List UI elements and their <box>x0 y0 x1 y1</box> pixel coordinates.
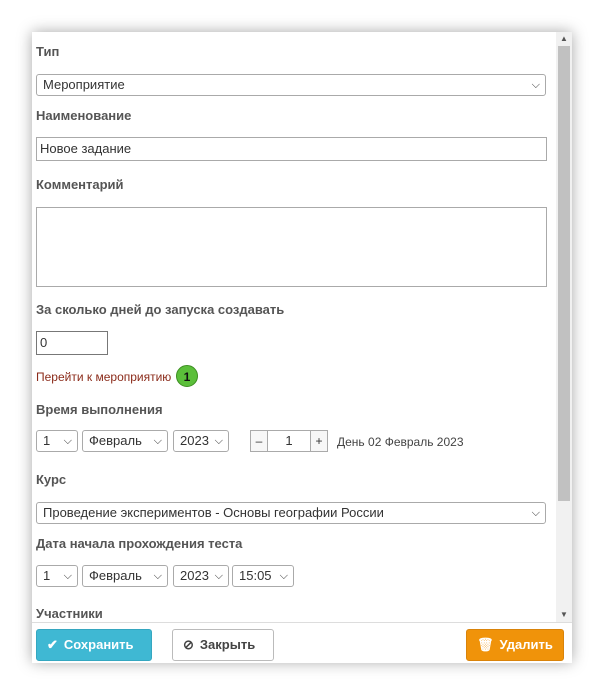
event-link[interactable]: Перейти к мероприятию <box>36 370 171 384</box>
time-day-value: 1 <box>43 433 51 448</box>
scroll-thumb[interactable] <box>558 46 570 501</box>
comment-textarea[interactable] <box>36 207 547 287</box>
test-year-select[interactable]: 2023 ⌵ <box>173 565 229 587</box>
participants-label: Участники <box>36 606 103 621</box>
test-time-select[interactable]: 15:05 ⌵ <box>232 565 294 587</box>
task-dialog: Тип Мероприятие ⌵ Наименование Новое зад… <box>32 32 572 663</box>
close-button[interactable]: ⊘ Закрыть <box>172 629 274 661</box>
save-button[interactable]: ✔ Сохранить <box>36 629 152 661</box>
chevron-down-icon: ⌵ <box>63 570 72 582</box>
time-year-value: 2023 <box>180 433 209 448</box>
test-month-value: Февраль <box>89 568 142 583</box>
close-button-label: Закрыть <box>199 637 256 652</box>
type-select[interactable]: Мероприятие ⌵ <box>36 74 546 96</box>
ban-icon: ⊘ <box>183 637 194 652</box>
scroll-down-arrow-icon[interactable]: ▼ <box>556 608 572 622</box>
delete-button-label: Удалить <box>499 637 553 652</box>
time-label: Время выполнения <box>36 402 163 417</box>
test-month-select[interactable]: Февраль ⌵ <box>82 565 168 587</box>
chevron-down-icon: ⌵ <box>214 570 223 582</box>
delete-button[interactable]: 🗑 Удалить <box>466 629 564 661</box>
scrollbar[interactable]: ▲ ▼ <box>556 32 572 622</box>
scroll-up-arrow-icon[interactable]: ▲ <box>556 32 572 46</box>
time-month-select[interactable]: Февраль ⌵ <box>82 430 168 452</box>
check-icon: ✔ <box>47 637 58 652</box>
dialog-footer: ✔ Сохранить ⊘ Закрыть 🗑 Удалить <box>32 622 572 663</box>
time-year-select[interactable]: 2023 ⌵ <box>173 430 229 452</box>
test-year-value: 2023 <box>180 568 209 583</box>
dialog-content: Тип Мероприятие ⌵ Наименование Новое зад… <box>32 32 556 622</box>
chevron-down-icon: ⌵ <box>214 435 223 447</box>
course-select-value: Проведение экспериментов - Основы геогра… <box>43 505 384 520</box>
chevron-down-icon: ⌵ <box>153 570 162 582</box>
chevron-down-icon: ⌵ <box>531 507 540 519</box>
chevron-down-icon: ⌵ <box>279 570 288 582</box>
test-start-label: Дата начала прохождения теста <box>36 536 243 551</box>
name-label: Наименование <box>36 108 132 123</box>
chevron-down-icon: ⌵ <box>63 435 72 447</box>
days-input[interactable]: 0 <box>36 331 108 355</box>
notification-badge: 1 <box>176 365 198 387</box>
test-day-value: 1 <box>43 568 51 583</box>
trash-icon: 🗑 <box>477 637 494 652</box>
stepper-value[interactable]: 1 <box>268 430 310 452</box>
test-day-select[interactable]: 1 ⌵ <box>36 565 78 587</box>
comment-label: Комментарий <box>36 177 124 192</box>
test-time-value: 15:05 <box>239 568 272 583</box>
name-input[interactable]: Новое задание <box>36 137 547 161</box>
course-select[interactable]: Проведение экспериментов - Основы геогра… <box>36 502 546 524</box>
days-label: За сколько дней до запуска создавать <box>36 302 285 317</box>
stepper-minus-button[interactable]: – <box>250 430 268 452</box>
time-day-select[interactable]: 1 ⌵ <box>36 430 78 452</box>
time-month-value: Февраль <box>89 433 142 448</box>
day-text: День 02 Февраль 2023 <box>337 435 464 449</box>
type-select-value: Мероприятие <box>43 77 125 92</box>
chevron-down-icon: ⌵ <box>531 79 540 91</box>
chevron-down-icon: ⌵ <box>153 435 162 447</box>
course-label: Курс <box>36 472 67 487</box>
type-label: Тип <box>36 44 60 59</box>
stepper-plus-button[interactable]: + <box>310 430 328 452</box>
save-button-label: Сохранить <box>63 637 134 652</box>
